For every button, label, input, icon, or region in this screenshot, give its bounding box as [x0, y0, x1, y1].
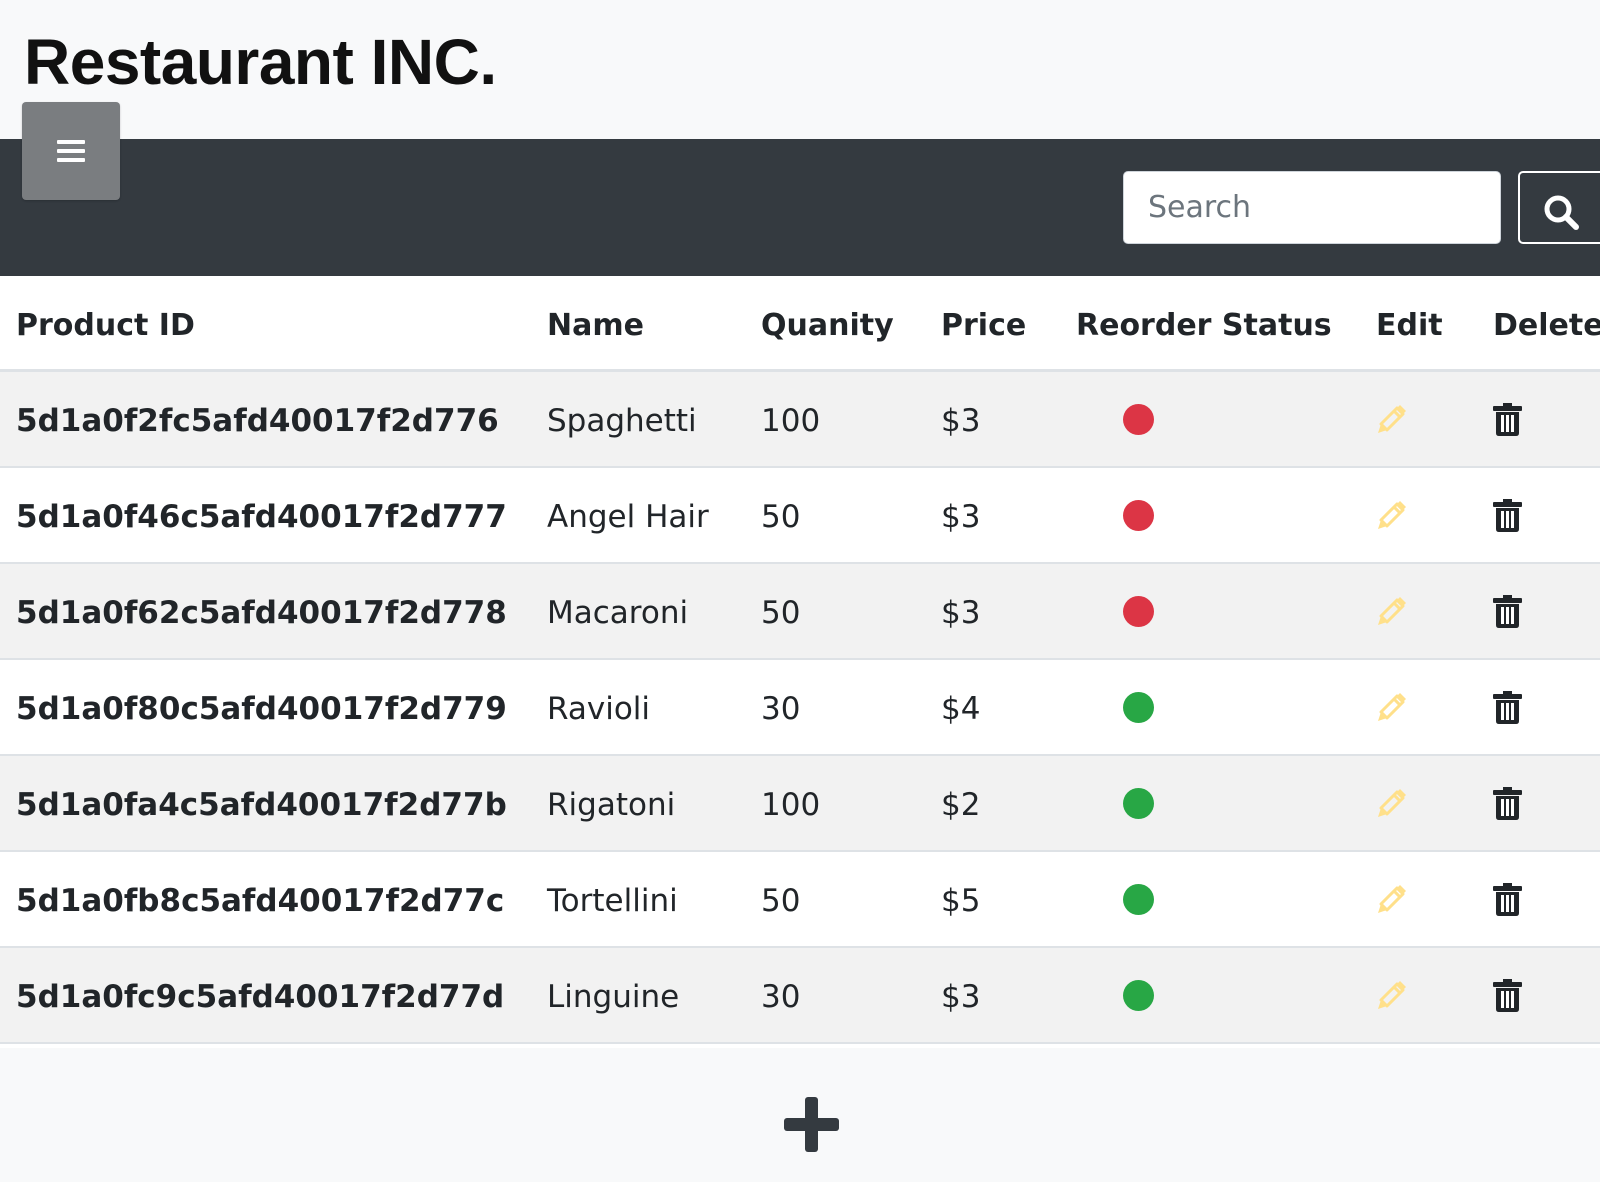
- table-row: 5d1a0fa4c5afd40017f2d77b Rigatoni 100 $2: [0, 756, 1600, 852]
- page: Restaurant INC. Product ID Name Quanity …: [0, 0, 1600, 1182]
- header-delete: Delete: [1493, 308, 1600, 343]
- table-row: 5d1a0f62c5afd40017f2d778 Macaroni 50 $3: [0, 564, 1600, 660]
- table-row: 5d1a0f46c5afd40017f2d777 Angel Hair 50 $3: [0, 468, 1600, 564]
- product-name-cell: Macaroni: [547, 595, 689, 631]
- trash-icon[interactable]: [1493, 595, 1522, 628]
- pencil-icon[interactable]: [1375, 498, 1409, 532]
- reorder-status-indicator: [1123, 980, 1154, 1011]
- quantity-cell: 50: [761, 595, 801, 631]
- navbar: [0, 139, 1600, 276]
- trash-icon[interactable]: [1493, 979, 1522, 1012]
- trash-icon[interactable]: [1493, 787, 1522, 820]
- pencil-icon[interactable]: [1375, 786, 1409, 820]
- brand-title: Restaurant INC.: [24, 26, 497, 98]
- product-name-cell: Angel Hair: [547, 499, 709, 535]
- product-id-cell: 5d1a0f46c5afd40017f2d777: [16, 499, 507, 535]
- product-name-cell: Tortellini: [547, 883, 678, 919]
- price-cell: $3: [941, 979, 981, 1015]
- quantity-cell: 30: [761, 979, 801, 1015]
- quantity-cell: 100: [761, 403, 821, 439]
- price-cell: $3: [941, 595, 981, 631]
- pencil-icon[interactable]: [1375, 402, 1409, 436]
- table-row: 5d1a0f80c5afd40017f2d779 Ravioli 30 $4: [0, 660, 1600, 756]
- trash-icon[interactable]: [1493, 691, 1522, 724]
- header-product-id: Product ID: [16, 308, 195, 343]
- pencil-icon[interactable]: [1375, 978, 1409, 1012]
- reorder-status-indicator: [1123, 884, 1154, 915]
- reorder-status-indicator: [1123, 788, 1154, 819]
- price-cell: $4: [941, 691, 981, 727]
- product-name-cell: Linguine: [547, 979, 680, 1015]
- trash-icon[interactable]: [1493, 403, 1522, 436]
- quantity-cell: 30: [761, 691, 801, 727]
- plus-icon: [784, 1097, 839, 1152]
- pencil-icon[interactable]: [1375, 594, 1409, 628]
- product-id-cell: 5d1a0f80c5afd40017f2d779: [16, 691, 507, 727]
- reorder-status-indicator: [1123, 404, 1154, 435]
- add-product-button[interactable]: [784, 1097, 839, 1152]
- menu-toggle-button[interactable]: [22, 102, 120, 200]
- quantity-cell: 100: [761, 787, 821, 823]
- table-row: 5d1a0fb8c5afd40017f2d77c Tortellini 50 $5: [0, 852, 1600, 948]
- quantity-cell: 50: [761, 499, 801, 535]
- trash-icon[interactable]: [1493, 499, 1522, 532]
- header-quantity: Quanity: [761, 308, 894, 343]
- trash-icon[interactable]: [1493, 883, 1522, 916]
- pencil-icon[interactable]: [1375, 690, 1409, 724]
- price-cell: $3: [941, 499, 981, 535]
- header-edit: Edit: [1376, 308, 1443, 343]
- header-reorder-status: Reorder Status: [1076, 308, 1332, 343]
- product-name-cell: Spaghetti: [547, 403, 697, 439]
- product-id-cell: 5d1a0fc9c5afd40017f2d77d: [16, 979, 505, 1015]
- price-cell: $3: [941, 403, 981, 439]
- pencil-icon[interactable]: [1375, 882, 1409, 916]
- reorder-status-indicator: [1123, 596, 1154, 627]
- quantity-cell: 50: [761, 883, 801, 919]
- header-name: Name: [547, 308, 644, 343]
- product-id-cell: 5d1a0f2fc5afd40017f2d776: [16, 403, 499, 439]
- reorder-status-indicator: [1123, 500, 1154, 531]
- price-cell: $5: [941, 883, 981, 919]
- table-row: 5d1a0fc9c5afd40017f2d77d Linguine 30 $3: [0, 948, 1600, 1044]
- products-table: Product ID Name Quanity Price Reorder St…: [0, 276, 1600, 1048]
- search-input[interactable]: [1123, 171, 1501, 244]
- search-button[interactable]: [1518, 171, 1600, 244]
- product-name-cell: Rigatoni: [547, 787, 676, 823]
- table-row: 5d1a0f2fc5afd40017f2d776 Spaghetti 100 $3: [0, 372, 1600, 468]
- product-id-cell: 5d1a0fb8c5afd40017f2d77c: [16, 883, 505, 919]
- header-price: Price: [941, 308, 1027, 343]
- product-id-cell: 5d1a0fa4c5afd40017f2d77b: [16, 787, 507, 823]
- reorder-status-indicator: [1123, 692, 1154, 723]
- price-cell: $2: [941, 787, 981, 823]
- product-id-cell: 5d1a0f62c5afd40017f2d778: [16, 595, 507, 631]
- search-icon: [1544, 195, 1579, 230]
- product-name-cell: Ravioli: [547, 691, 651, 727]
- table-header: Product ID Name Quanity Price Reorder St…: [0, 276, 1600, 372]
